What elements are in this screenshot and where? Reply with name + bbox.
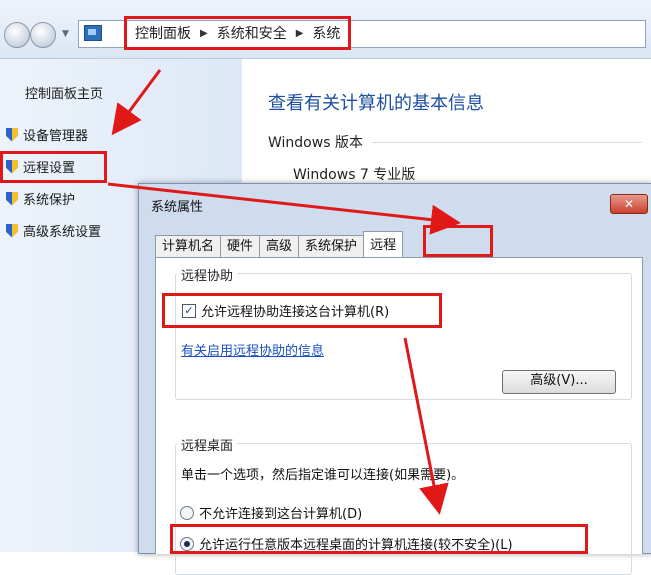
history-dropdown-icon[interactable]: ▼ <box>62 29 69 39</box>
tab-remote[interactable]: 远程 <box>363 231 404 259</box>
sidebar-item-label: 系统保护 <box>23 193 76 208</box>
breadcrumb-system-security[interactable]: 系统和安全 <box>217 23 287 43</box>
close-button[interactable]: ✕ <box>610 194 648 214</box>
tab-system-protection[interactable]: 系统保护 <box>298 235 365 258</box>
highlight-box-remote-assistance <box>162 293 442 328</box>
tab-computer-name[interactable]: 计算机名 <box>155 235 222 258</box>
sidebar-item-label: 设备管理器 <box>23 129 89 144</box>
tab-hardware[interactable]: 硬件 <box>220 235 261 258</box>
remote-assistance-help-link[interactable]: 有关启用远程协助的信息 <box>181 340 324 359</box>
remote-desktop-group-label: 远程桌面 <box>177 435 238 454</box>
breadcrumb-separator-icon[interactable]: ▶ <box>200 28 208 39</box>
advanced-button[interactable]: 高级(V)... <box>502 370 616 394</box>
sidebar-item-device-manager[interactable]: 设备管理器 <box>6 125 88 144</box>
sidebar-item-label: 高级系统设置 <box>23 225 102 240</box>
address-bar-region: ▼ 控制面板 ▶ 系统和安全 ▶ 系统 <box>0 0 651 59</box>
dialog-title: 系统属性 <box>151 200 204 215</box>
windows-version-value: Windows 7 专业版 <box>293 167 416 183</box>
sidebar-item-advanced-settings[interactable]: 高级系统设置 <box>6 221 101 240</box>
deny-connections-label[interactable]: 不允许连接到这台计算机(D) <box>199 503 362 522</box>
highlight-box-remote-settings <box>0 151 107 183</box>
back-button[interactable] <box>4 22 30 48</box>
windows-version-heading: Windows 版本 <box>268 135 363 151</box>
section-divider <box>372 142 642 143</box>
control-panel-icon <box>84 25 102 41</box>
remote-desktop-description: 单击一个选项，然后指定谁可以连接(如果需要)。 <box>181 468 465 483</box>
breadcrumb: 控制面板 ▶ 系统和安全 ▶ 系统 <box>124 16 352 50</box>
highlight-box-remote-tab <box>423 225 493 257</box>
sidebar-item-system-protection[interactable]: 系统保护 <box>6 189 75 208</box>
forward-button[interactable] <box>30 22 56 48</box>
shield-icon <box>6 191 18 206</box>
tab-advanced[interactable]: 高级 <box>259 235 300 258</box>
dialog-tabs: 计算机名 硬件 高级 系统保护 远程 <box>155 230 404 259</box>
shield-icon <box>6 223 18 238</box>
system-properties-dialog: 系统属性 ✕ 计算机名 硬件 高级 系统保护 远程 远程协助 ✓ 允许远程协助连… <box>138 183 651 575</box>
breadcrumb-control-panel[interactable]: 控制面板 <box>135 23 191 43</box>
remote-assistance-group-label: 远程协助 <box>177 265 238 284</box>
highlight-box-allow-any-version <box>170 524 588 554</box>
deny-connections-option[interactable]: 不允许连接到这台计算机(D) <box>180 503 362 522</box>
page-title: 查看有关计算机的基本信息 <box>268 93 484 114</box>
breadcrumb-separator-icon[interactable]: ▶ <box>296 28 304 39</box>
shield-icon <box>6 127 18 142</box>
deny-connections-radio[interactable] <box>180 505 194 520</box>
sidebar-home-link[interactable]: 控制面板主页 <box>25 83 103 102</box>
breadcrumb-system[interactable]: 系统 <box>312 23 340 43</box>
